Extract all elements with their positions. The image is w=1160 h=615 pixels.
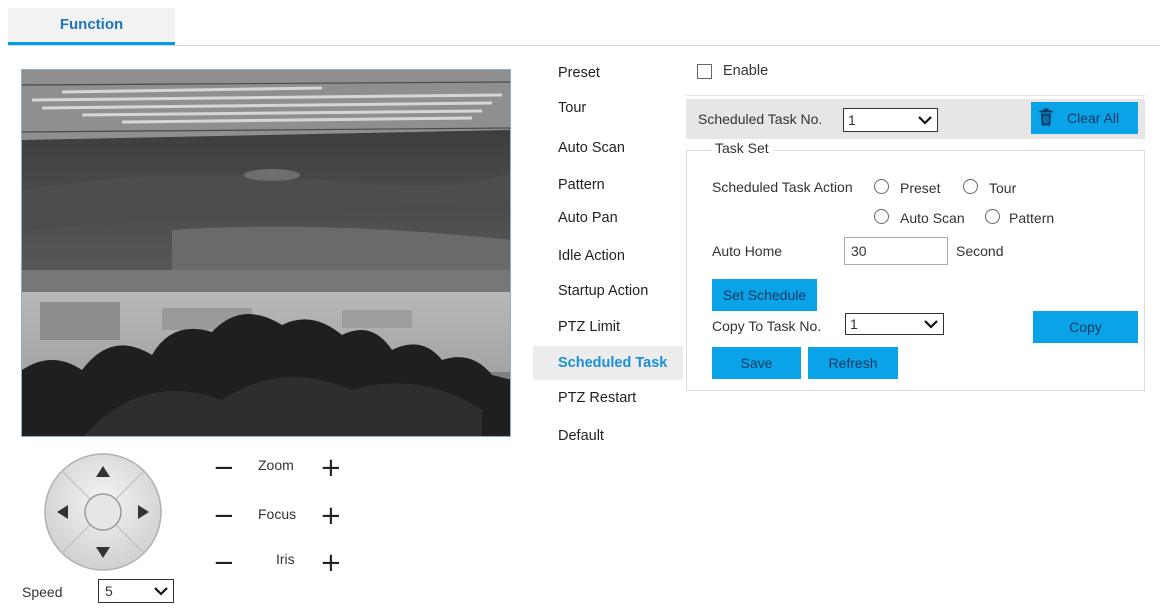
task-action-label: Scheduled Task Action [712,179,853,195]
copy-to-label: Copy To Task No. [712,318,822,334]
iris-minus-button[interactable]: − [213,550,235,576]
task-set-legend: Task Set [711,140,773,156]
menu-item-ptz-restart[interactable]: PTZ Restart [533,381,683,415]
focus-label: Focus [258,506,297,522]
menu-item-idle-action[interactable]: Idle Action [533,239,683,273]
menu-item-startup-action[interactable]: Startup Action [533,274,683,308]
copy-to-value: 1 [850,316,858,332]
menu-item-ptz-limit[interactable]: PTZ Limit [533,310,683,344]
menu-item-preset[interactable]: Preset [533,56,683,90]
enable-label: Enable [723,63,769,79]
radio-pattern[interactable] [985,209,1000,224]
copy-to-select[interactable]: 1 [845,313,944,335]
radio-auto-scan[interactable] [874,209,889,224]
clear-all-button[interactable]: Clear All [1031,102,1138,134]
video-preview [21,69,511,437]
ptz-direction-pad[interactable] [43,452,163,575]
save-button[interactable]: Save [712,347,801,379]
menu-item-tour[interactable]: Tour [533,91,683,125]
auto-home-unit: Second [956,243,1004,259]
menu-item-auto-scan[interactable]: Auto Scan [533,131,683,165]
tab-function[interactable]: Function [8,8,175,45]
zoom-in-button[interactable]: + [320,455,342,481]
focus-plus-button[interactable]: + [320,503,342,529]
focus-minus-button[interactable]: − [213,503,235,529]
zoom-out-button[interactable]: − [213,455,235,481]
enable-checkbox[interactable] [697,64,712,79]
copy-button[interactable]: Copy [1033,311,1138,343]
clear-all-label: Clear All [1067,110,1120,126]
speed-select[interactable]: 5 [98,579,174,603]
radio-tour[interactable] [963,179,978,194]
auto-home-label: Auto Home [712,243,783,259]
menu-item-default[interactable]: Default [533,419,683,453]
speed-value: 5 [105,583,113,599]
speed-label: Speed [22,584,63,600]
chevron-down-icon [918,116,932,125]
auto-home-input[interactable]: 30 [844,237,948,265]
radio-pattern-label: Pattern [1009,210,1055,226]
chevron-down-icon [924,320,938,329]
task-no-select[interactable]: 1 [843,108,938,132]
task-no-label: Scheduled Task No. [698,111,823,127]
radio-tour-label: Tour [989,180,1017,196]
divider [686,95,1145,96]
iris-label: Iris [276,551,295,567]
trash-icon [1039,108,1053,126]
chevron-down-icon [154,587,168,596]
menu-item-auto-pan[interactable]: Auto Pan [533,201,683,235]
set-schedule-button[interactable]: Set Schedule [712,279,817,311]
radio-preset[interactable] [874,179,889,194]
iris-plus-button[interactable]: + [320,550,342,576]
menu-item-scheduled-task[interactable]: Scheduled Task [533,346,683,380]
menu-item-pattern[interactable]: Pattern [533,168,683,202]
refresh-button[interactable]: Refresh [808,347,898,379]
radio-auto-scan-label: Auto Scan [900,210,965,226]
radio-preset-label: Preset [900,180,941,196]
tab-bar: Function [8,8,1160,46]
task-no-value: 1 [848,112,856,128]
zoom-label: Zoom [258,457,294,473]
